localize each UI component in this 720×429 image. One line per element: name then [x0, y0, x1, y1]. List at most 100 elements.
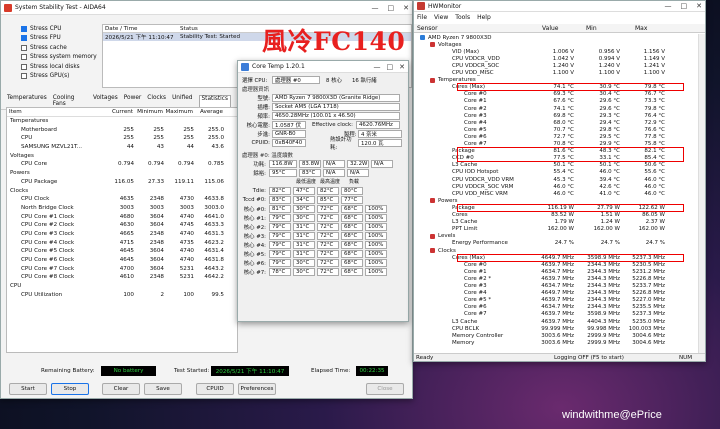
- sensor-row[interactable]: Core #1 4634.7 MHz 2344.3 MHz 5231.2 MHz: [414, 268, 694, 275]
- sensor-row[interactable]: CPU VDDCR_VDD 1.042 V 0.994 V 1.149 V: [414, 55, 694, 62]
- sensor-row[interactable]: CPU VDDCR_SOC VRM 46.0 °C 42.6 °C 46.0 °C: [414, 183, 694, 190]
- checkbox[interactable]: [21, 35, 27, 42]
- sensor-row[interactable]: L3 Cache 50.1 °C 50.1 °C 50.6 °C: [414, 162, 694, 169]
- sensor-row[interactable]: CPU VDDCR_VDD VRM 45.3 °C 39.4 °C 46.0 °C: [414, 176, 694, 183]
- sensor-row[interactable]: L3 Cache 4639.7 MHz 4404.3 MHz 5235.0 MHz: [414, 318, 694, 325]
- clear-button[interactable]: Clear: [102, 383, 140, 395]
- tab-4[interactable]: Clocks: [147, 95, 166, 107]
- sensor-row[interactable]: CCD #0 77.5 °C 33.1 °C 85.4 °C: [414, 155, 694, 162]
- table-row[interactable]: CPU: [7, 282, 237, 291]
- minimize-icon[interactable]: —: [665, 2, 672, 10]
- sensor-row[interactable]: CPU IOD Hotspot 55.4 °C 46.0 °C 55.6 °C: [414, 169, 694, 176]
- close-icon[interactable]: ✕: [696, 2, 702, 10]
- minimize-icon[interactable]: —: [374, 63, 381, 71]
- table-row[interactable]: CPU Package 116.05 27.33 119.11 115.06: [7, 178, 237, 187]
- sensor-row[interactable]: Voltages: [414, 41, 694, 48]
- sensor-row[interactable]: Core #2 * 4639.7 MHz 2344.3 MHz 5226.8 MHz: [414, 275, 694, 282]
- stress-option[interactable]: Stress GPU(s): [21, 72, 99, 82]
- sensor-row[interactable]: Core #0 4639.7 MHz 2344.3 MHz 5230.5 MHz: [414, 261, 694, 268]
- menu-file[interactable]: File: [417, 14, 427, 21]
- table-row[interactable]: CPU Core #5 Clock 4645 3604 4740 4631.4: [7, 247, 237, 256]
- sensor-row[interactable]: Core #6 72.7 °C 29.5 °C 77.8 °C: [414, 133, 694, 140]
- sensor-row[interactable]: CPU VDD_MISC 1.100 V 1.100 V 1.100 V: [414, 70, 694, 77]
- tab-1[interactable]: Cooling Fans: [53, 95, 87, 107]
- table-row[interactable]: CPU 255 255 255 255.0: [7, 134, 237, 143]
- tab-5[interactable]: Unified: [172, 95, 192, 107]
- save-button[interactable]: Save: [144, 383, 182, 395]
- sensor-row[interactable]: Core #7 70.8 °C 29.9 °C 75.8 °C: [414, 141, 694, 148]
- cpu-select[interactable]: 處理器 #0: [272, 75, 320, 84]
- stress-option[interactable]: Stress system memory: [21, 53, 99, 63]
- table-row[interactable]: CPU Core #6 Clock 4645 3604 4740 4631.8: [7, 256, 237, 265]
- checkbox[interactable]: [21, 73, 27, 80]
- sensor-row[interactable]: L3 Cache 1.79 W 1.24 W 2.37 W: [414, 219, 694, 226]
- table-row[interactable]: CPU Clock 4635 2348 4730 4633.8: [7, 195, 237, 204]
- menu-view[interactable]: View: [434, 14, 448, 21]
- close-icon[interactable]: ✕: [399, 63, 405, 71]
- sensor-row[interactable]: Core #6 4634.7 MHz 2344.3 MHz 5235.5 MHz: [414, 304, 694, 311]
- sensor-row[interactable]: Memory Controller 3003.6 MHz 2999.9 MHz 300…: [414, 332, 694, 339]
- tab-3[interactable]: Power: [124, 95, 142, 107]
- sensor-row[interactable]: CPU VDD_MISC VRM 46.0 °C 41.0 °C 46.0 °C: [414, 190, 694, 197]
- scrollbar[interactable]: [698, 34, 705, 353]
- table-row[interactable]: CPU Utilization 100 2 100 99.5: [7, 290, 237, 299]
- sensor-row[interactable]: Cores 83.52 W 1.51 W 86.05 W: [414, 212, 694, 219]
- stress-option[interactable]: Stress cache: [21, 43, 99, 53]
- sensor-row[interactable]: Core #3 4634.7 MHz 2344.3 MHz 5233.7 MHz: [414, 283, 694, 290]
- sensor-row[interactable]: Cores (Max) 4649.7 MHz 3598.9 MHz 5237.3 MH…: [414, 254, 694, 261]
- menu-tools[interactable]: Tools: [455, 14, 470, 21]
- sensor-row[interactable]: Powers: [414, 197, 694, 204]
- sensor-row[interactable]: Temperatures: [414, 77, 694, 84]
- stress-option[interactable]: Stress CPU: [21, 24, 99, 34]
- preferences-button[interactable]: Preferences: [238, 383, 276, 395]
- sensor-row[interactable]: Core #4 4649.7 MHz 2344.3 MHz 5226.8 MHz: [414, 290, 694, 297]
- close-button[interactable]: Close: [366, 383, 404, 395]
- table-row[interactable]: Clocks: [7, 186, 237, 195]
- sensor-row[interactable]: VID (Max) 1.006 V 0.956 V 1.156 V: [414, 48, 694, 55]
- table-row[interactable]: CPU Core #1 Clock 4680 3604 4740 4641.0: [7, 212, 237, 221]
- table-row[interactable]: Temperatures: [7, 117, 237, 126]
- sensor-row[interactable]: PPT Limit 162.00 W 162.00 W 162.00 W: [414, 226, 694, 233]
- table-row[interactable]: Motherboard 255 255 255 255.0: [7, 125, 237, 134]
- sensor-row[interactable]: Energy Performance 24.7 % 24.7 % 24.7 %: [414, 240, 694, 247]
- sensor-row[interactable]: Memory 3003.6 MHz 2999.9 MHz 3004.6 MHz: [414, 339, 694, 346]
- table-row[interactable]: North Bridge Clock 3003 3003 3003 3003.0: [7, 204, 237, 213]
- maximize-icon[interactable]: □: [387, 63, 394, 71]
- sensor-row[interactable]: Core #0 69.3 °C 30.4 °C 76.7 °C: [414, 91, 694, 98]
- sensor-row[interactable]: AMD Ryzen 7 9800X3D: [414, 34, 694, 41]
- sensor-row[interactable]: Core #3 69.8 °C 29.3 °C 76.4 °C: [414, 112, 694, 119]
- sensor-row[interactable]: Levels: [414, 233, 694, 240]
- sensor-row[interactable]: Clocks: [414, 247, 694, 254]
- table-row[interactable]: CPU Core #7 Clock 4700 3604 5231 4643.2: [7, 264, 237, 273]
- checkbox[interactable]: [21, 25, 27, 32]
- sensor-row[interactable]: Core #5 70.7 °C 29.8 °C 76.6 °C: [414, 126, 694, 133]
- table-row[interactable]: CPU Core #4 Clock 4715 2348 4735 4623.2: [7, 238, 237, 247]
- sensor-row[interactable]: Package 81.6 °C 48.3 °C 82.1 °C: [414, 148, 694, 155]
- table-row[interactable]: Powers: [7, 169, 237, 178]
- cpuid-button[interactable]: CPUID: [196, 383, 234, 395]
- sensor-row[interactable]: CPU BCLK 99.999 MHz 99.998 MHz 100.003 MHz: [414, 325, 694, 332]
- table-row[interactable]: CPU Core #2 Clock 4630 3604 4745 4633.3: [7, 221, 237, 230]
- table-row[interactable]: Voltages: [7, 151, 237, 160]
- tab-2[interactable]: Voltages: [93, 95, 118, 107]
- checkbox[interactable]: [21, 63, 27, 70]
- start-button[interactable]: Start: [9, 383, 47, 395]
- checkbox[interactable]: [21, 54, 27, 61]
- sensor-row[interactable]: Core #2 74.1 °C 29.6 °C 79.8 °C: [414, 105, 694, 112]
- maximize-icon[interactable]: □: [681, 2, 688, 10]
- table-row[interactable]: CPU Core #8 Clock 4610 2348 5231 4642.2: [7, 273, 237, 282]
- stress-option[interactable]: Stress FPU: [21, 34, 99, 44]
- table-row[interactable]: SAMSUNG MZVL21T... 44 43 44 43.6: [7, 143, 237, 152]
- table-row[interactable]: CPU Core #3 Clock 4665 2348 4740 4631.3: [7, 230, 237, 239]
- minimize-icon[interactable]: —: [372, 4, 379, 12]
- sensor-row[interactable]: Core #7 4639.7 MHz 3598.9 MHz 5237.3 MHz: [414, 311, 694, 318]
- sensor-row[interactable]: Core #1 67.6 °C 29.6 °C 73.3 °C: [414, 98, 694, 105]
- sensor-row[interactable]: Core #4 68.0 °C 29.4 °C 72.9 °C: [414, 119, 694, 126]
- table-row[interactable]: CPU Core 0.794 0.794 0.794 0.785: [7, 160, 237, 169]
- tab-6[interactable]: Statistics: [198, 95, 231, 107]
- stop-button[interactable]: Stop: [51, 383, 89, 395]
- sensor-row[interactable]: CPU VDDCR_SOC 1.240 V 1.240 V 1.241 V: [414, 62, 694, 69]
- stress-option[interactable]: Stress local disks: [21, 62, 99, 72]
- tab-0[interactable]: Temperatures: [7, 95, 47, 107]
- sensor-row[interactable]: Cores (Max) 74.1 °C 30.9 °C 79.8 °C: [414, 84, 694, 91]
